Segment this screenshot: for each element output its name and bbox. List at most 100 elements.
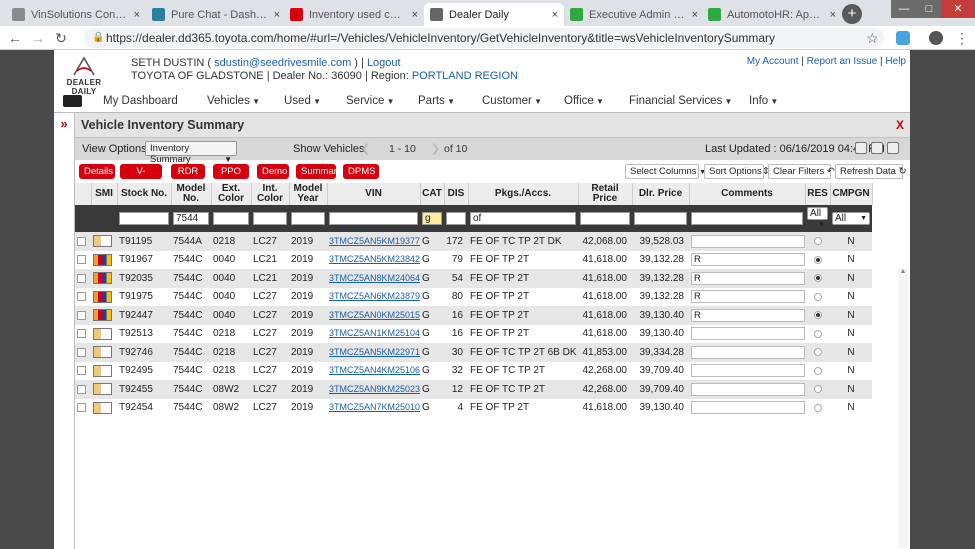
cat-filter-input[interactable] — [422, 212, 442, 225]
smi-swatch-icon[interactable] — [93, 346, 112, 359]
nav-item[interactable]: Office ▼ — [564, 95, 604, 107]
comment-input[interactable] — [691, 234, 805, 248]
row-checkbox[interactable] — [77, 255, 86, 265]
new-tab-button[interactable]: + — [842, 4, 862, 24]
reserve-radio[interactable] — [813, 329, 822, 338]
column-header[interactable]: Comments — [689, 183, 806, 205]
column-header[interactable]: Stock No. — [117, 183, 172, 205]
vin-link[interactable]: 3TMCZ5AN8KM240648 — [329, 273, 420, 283]
reserve-radio[interactable] — [813, 385, 822, 394]
vin-link[interactable]: 3TMCZ5AN5KM238422 — [329, 254, 420, 264]
table-row[interactable]: T92035 7544C 0040 LC21 2019 3TMCZ5AN8KM240648… — [75, 269, 872, 288]
url-input[interactable]: 🔒 https://dealer.dd365.toyota.com/home/#… — [84, 28, 884, 48]
dlr-filter-input[interactable] — [634, 212, 687, 225]
maximize-button[interactable]: □ — [917, 0, 941, 18]
forward-icon[interactable]: → — [29, 29, 47, 47]
column-header[interactable]: Ext. Color — [211, 183, 252, 205]
comment-input[interactable] — [691, 364, 805, 378]
smi-swatch-icon[interactable] — [93, 290, 112, 303]
reserve-radio[interactable] — [813, 292, 822, 301]
reserve-radio[interactable] — [813, 348, 822, 357]
column-header[interactable]: Dlr. Price — [632, 183, 690, 205]
sort-options-button[interactable]: Sort Options⇕ — [704, 164, 770, 179]
reserve-radio[interactable] — [813, 403, 822, 412]
row-checkbox[interactable] — [77, 310, 86, 320]
row-checkbox[interactable] — [77, 366, 86, 376]
retail-filter-input[interactable] — [580, 212, 630, 225]
bookmark-star-icon[interactable]: ☆ — [866, 30, 879, 47]
prev-page-icon[interactable]: ❮ — [361, 142, 370, 155]
stock-filter-input[interactable] — [119, 212, 169, 225]
action-button[interactable]: Details — [79, 164, 115, 179]
table-row[interactable]: T92454 7544C 08W2 LC27 2019 3TMCZ5AN7KM250104… — [75, 398, 872, 417]
column-header[interactable]: Model Year — [289, 183, 328, 205]
close-tab-icon[interactable]: × — [134, 9, 140, 21]
res-filter-select[interactable]: All ▼ — [807, 207, 828, 228]
help-link[interactable]: Help — [885, 56, 906, 67]
vin-link[interactable]: 3TMCZ5AN4KM251064 — [329, 365, 420, 375]
comment-input[interactable]: R — [691, 253, 805, 267]
reserve-radio[interactable] — [813, 237, 822, 246]
scroll-up-icon[interactable]: ▲ — [898, 268, 908, 275]
reserve-radio[interactable] — [813, 255, 822, 264]
nav-item[interactable]: Service ▼ — [346, 95, 395, 107]
smi-swatch-icon[interactable] — [93, 235, 112, 248]
comment-input[interactable] — [691, 401, 805, 415]
action-button[interactable]: RDR — [171, 164, 205, 179]
my-account-link[interactable]: My Account — [747, 56, 799, 67]
menu-kebab-icon[interactable]: ⋮ — [953, 29, 971, 47]
user-email-link[interactable]: sdustin@seedrivesmile.com — [214, 57, 351, 69]
browser-tab[interactable]: Inventory used cars for s × — [284, 3, 424, 26]
reserve-radio[interactable] — [813, 366, 822, 375]
expand-sidebar-icon[interactable]: » — [56, 116, 72, 132]
vin-link[interactable]: 3TMCZ5AN5KM229719 — [329, 347, 420, 357]
export-icon[interactable] — [887, 142, 899, 154]
nav-item[interactable]: Info ▼ — [749, 95, 778, 107]
extension-icon[interactable] — [896, 31, 910, 45]
vin-link[interactable]: 3TMCZ5AN5KM193773 — [329, 236, 420, 246]
row-checkbox[interactable] — [77, 273, 86, 283]
row-checkbox[interactable] — [77, 403, 86, 413]
save-icon[interactable] — [855, 142, 867, 154]
close-tab-icon[interactable]: × — [692, 9, 698, 21]
table-row[interactable]: T92495 7544C 0218 LC27 2019 3TMCZ5AN4KM251064… — [75, 361, 872, 380]
pkgs-filter-input[interactable] — [470, 212, 576, 225]
region-link[interactable]: PORTLAND REGION — [412, 70, 518, 82]
comment-input[interactable] — [691, 327, 805, 341]
cmpgn-filter-select[interactable]: All ▼ — [832, 212, 870, 225]
minimize-button[interactable]: — — [891, 0, 917, 18]
table-row[interactable]: T92746 7544C 0218 LC27 2019 3TMCZ5AN5KM229719… — [75, 343, 872, 362]
smi-swatch-icon[interactable] — [93, 253, 112, 266]
dealer-daily-logo[interactable]: DEALER DAILY — [54, 56, 114, 96]
nav-item[interactable]: Financial Services ▼ — [629, 95, 732, 107]
row-checkbox[interactable] — [77, 236, 86, 246]
comment-input[interactable] — [691, 345, 805, 359]
table-scrollbar[interactable]: ▲ — [898, 268, 908, 548]
browser-tab[interactable]: Pure Chat - Dashboard × — [146, 3, 286, 26]
browser-tab[interactable]: AutomotoHR: Applicatio × — [702, 3, 842, 26]
column-header[interactable]: DIS — [444, 183, 469, 205]
column-header[interactable]: SMI — [91, 183, 118, 205]
smi-swatch-icon[interactable] — [93, 364, 112, 377]
action-button[interactable]: Summary — [296, 164, 342, 179]
report-issue-link[interactable]: Report an Issue — [807, 56, 878, 67]
view-options-select[interactable]: Inventory Summary ▼ — [145, 141, 237, 165]
table-row[interactable]: T92455 7544C 08W2 LC27 2019 3TMCZ5AN9KM250234… — [75, 380, 872, 399]
reload-icon[interactable]: ↻ — [52, 29, 70, 47]
back-icon[interactable]: ← — [6, 29, 24, 47]
clear-filters-button[interactable]: Clear Filters ↶ — [768, 164, 835, 179]
nav-item[interactable]: Used ▼ — [284, 95, 321, 107]
column-header[interactable]: RES — [805, 183, 831, 205]
comment-input[interactable]: R — [691, 271, 805, 285]
table-row[interactable]: T92513 7544C 0218 LC27 2019 3TMCZ5AN1KM251040… — [75, 324, 872, 343]
smi-swatch-icon[interactable] — [93, 272, 112, 285]
table-row[interactable]: T91195 7544A 0218 LC27 2019 3TMCZ5AN5KM193773… — [75, 232, 872, 251]
vin-link[interactable]: 3TMCZ5AN1KM251040 — [329, 328, 420, 338]
comment-input[interactable]: R — [691, 308, 805, 322]
nav-item[interactable]: Customer ▼ — [482, 95, 542, 107]
nav-item[interactable]: Vehicles ▼ — [207, 95, 260, 107]
smi-swatch-icon[interactable] — [93, 327, 112, 340]
table-row[interactable]: T91975 7544C 0040 LC27 2019 3TMCZ5AN6KM238798… — [75, 287, 872, 306]
model-filter-input[interactable] — [173, 212, 209, 225]
vin-filter-input[interactable] — [329, 212, 418, 225]
